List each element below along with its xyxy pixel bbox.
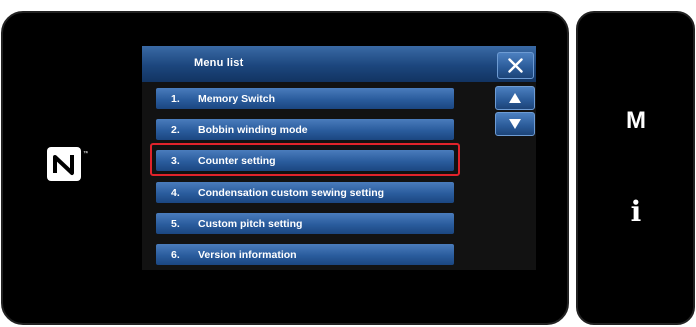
menu-item-custom-pitch-setting[interactable]: 5. Custom pitch setting [156, 213, 454, 234]
menu-item-number: 2. [171, 124, 180, 136]
menu-item-condensation-custom-sewing-setting[interactable]: 4. Condensation custom sewing setting [156, 182, 454, 203]
menu-item-label: Custom pitch setting [198, 218, 303, 230]
menu-key-button[interactable]: M [606, 107, 666, 135]
close-button[interactable] [497, 52, 534, 79]
menu-item-label: Bobbin winding mode [198, 124, 308, 136]
side-key-panel [576, 11, 695, 325]
svg-text:™: ™ [83, 150, 88, 157]
menu-item-bobbin-winding-mode[interactable]: 2. Bobbin winding mode [156, 119, 454, 140]
selection-highlight [150, 143, 460, 176]
menu-item-number: 5. [171, 218, 180, 230]
menu-header: Menu list [142, 46, 536, 82]
info-key-button[interactable]: i [606, 195, 666, 228]
menu-item-version-information[interactable]: 6. Version information [156, 244, 454, 265]
menu-item-memory-switch[interactable]: 1. Memory Switch [156, 88, 454, 109]
menu-item-label: Memory Switch [198, 93, 276, 105]
menu-title: Menu list [194, 57, 244, 69]
menu-item-label: Version information [198, 249, 297, 261]
nfc-icon: ™ [47, 147, 88, 181]
scroll-up-button[interactable] [495, 86, 535, 110]
menu-item-number: 6. [171, 249, 180, 261]
menu-item-number: 1. [171, 93, 180, 105]
close-icon [508, 58, 523, 73]
menu-item-label: Condensation custom sewing setting [198, 187, 385, 199]
triangle-up-icon [509, 93, 521, 103]
menu-item-number: 4. [171, 187, 180, 199]
triangle-down-icon [509, 119, 521, 129]
scroll-down-button[interactable] [495, 112, 535, 136]
